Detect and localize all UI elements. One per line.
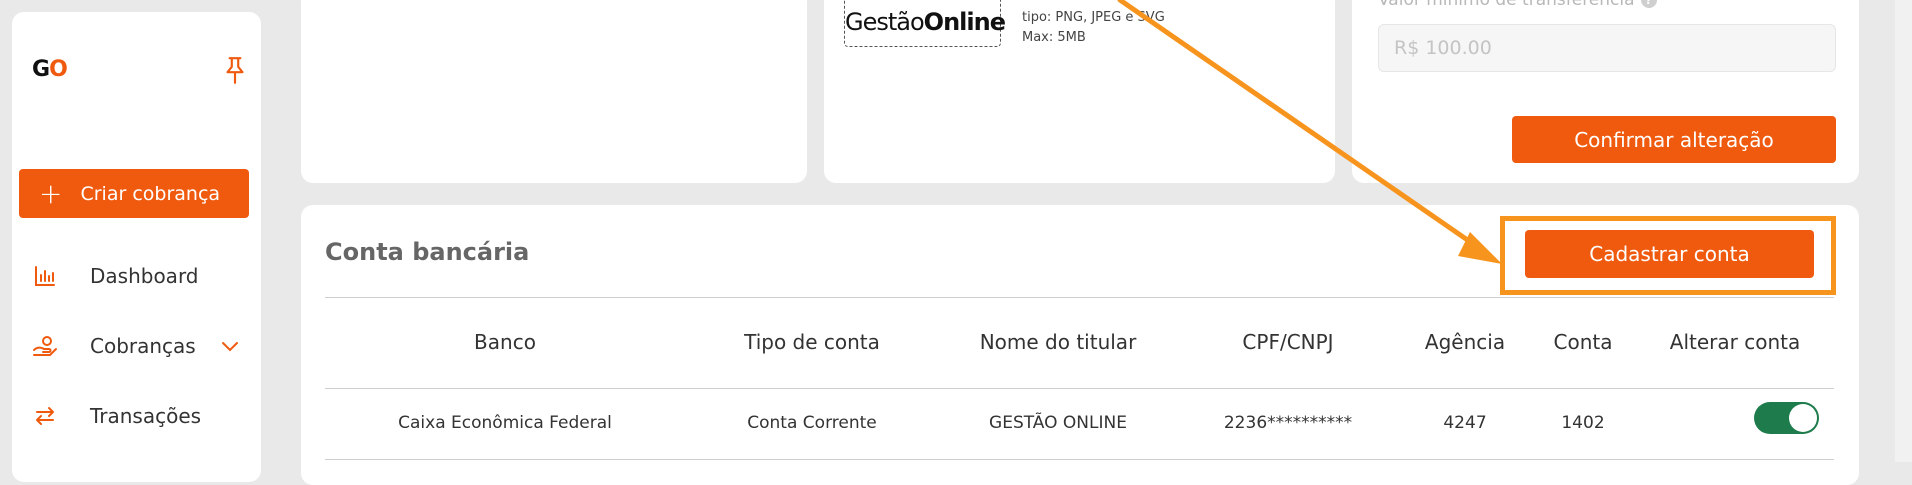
top-card-left	[301, 0, 807, 183]
column-header-conta: Conta	[1553, 330, 1613, 354]
create-charge-label: Criar cobrança	[80, 182, 221, 205]
column-header-banco: Banco	[474, 330, 536, 354]
register-account-button[interactable]: Cadastrar conta	[1525, 230, 1814, 278]
min-transfer-input[interactable]: R$ 100.00	[1378, 24, 1836, 72]
logo-preview-text: GestãoOnline	[845, 8, 1006, 36]
column-header-titular: Nome do titular	[979, 330, 1137, 354]
divider	[325, 459, 1834, 460]
file-size-info: Max: 5MB	[1022, 30, 1086, 45]
divider	[325, 297, 1834, 298]
hand-coins-icon	[32, 333, 58, 359]
column-header-tipo: Tipo de conta	[744, 330, 880, 354]
cell-cpf: 2236**********	[1223, 413, 1353, 433]
pin-icon[interactable]	[222, 55, 248, 85]
sidebar-item-label: Dashboard	[90, 264, 199, 288]
help-icon[interactable]: ?	[1640, 0, 1657, 8]
logo-preview[interactable]: GestãoOnline	[844, 0, 1006, 47]
cell-banco: Caixa Econômica Federal	[398, 413, 612, 433]
sidebar-item-dashboard[interactable]: Dashboard	[32, 256, 247, 296]
column-header-agencia: Agência	[1424, 330, 1506, 354]
transfer-settings-card: Valor mínimo de transferência ? R$ 100.0…	[1352, 0, 1859, 183]
toggle-knob	[1789, 404, 1817, 432]
chevron-down-icon[interactable]	[221, 334, 239, 358]
sidebar: GO + Criar cobrança Dashboard Cobranças …	[12, 12, 261, 482]
sidebar-item-label: Cobranças	[90, 334, 196, 358]
cell-agencia: 4247	[1443, 413, 1487, 433]
logo-upload-card: GestãoOnline tipo: PNG, JPEG e SVG Max: …	[824, 0, 1335, 183]
confirm-change-button[interactable]: Confirmar alteração	[1512, 116, 1836, 163]
plus-icon: +	[39, 176, 63, 210]
scrollbar[interactable]	[1895, 0, 1912, 462]
brand-logo[interactable]: GO	[32, 57, 68, 82]
account-active-toggle[interactable]	[1754, 402, 1819, 434]
column-header-alterar: Alterar conta	[1669, 330, 1801, 354]
min-transfer-label: Valor mínimo de transferência ?	[1378, 0, 1657, 10]
section-title: Conta bancária	[325, 238, 530, 266]
bank-account-card: Conta bancária Cadastrar conta Banco Tip…	[301, 205, 1859, 485]
create-charge-button[interactable]: + Criar cobrança	[19, 169, 249, 218]
min-transfer-placeholder: R$ 100.00	[1394, 37, 1492, 59]
cell-titular: GESTÃO ONLINE	[989, 413, 1127, 433]
file-type-info: tipo: PNG, JPEG e SVG	[1022, 10, 1165, 25]
chart-icon	[32, 263, 58, 289]
arrows-swap-icon	[32, 403, 58, 429]
column-header-cpf: CPF/CNPJ	[1242, 330, 1334, 354]
divider	[325, 388, 1834, 389]
sidebar-item-cobrancas[interactable]: Cobranças	[32, 326, 247, 366]
cell-tipo: Conta Corrente	[747, 413, 877, 433]
sidebar-item-label: Transações	[90, 404, 202, 428]
cell-conta: 1402	[1561, 413, 1605, 433]
sidebar-item-transacoes[interactable]: Transações	[32, 396, 247, 436]
